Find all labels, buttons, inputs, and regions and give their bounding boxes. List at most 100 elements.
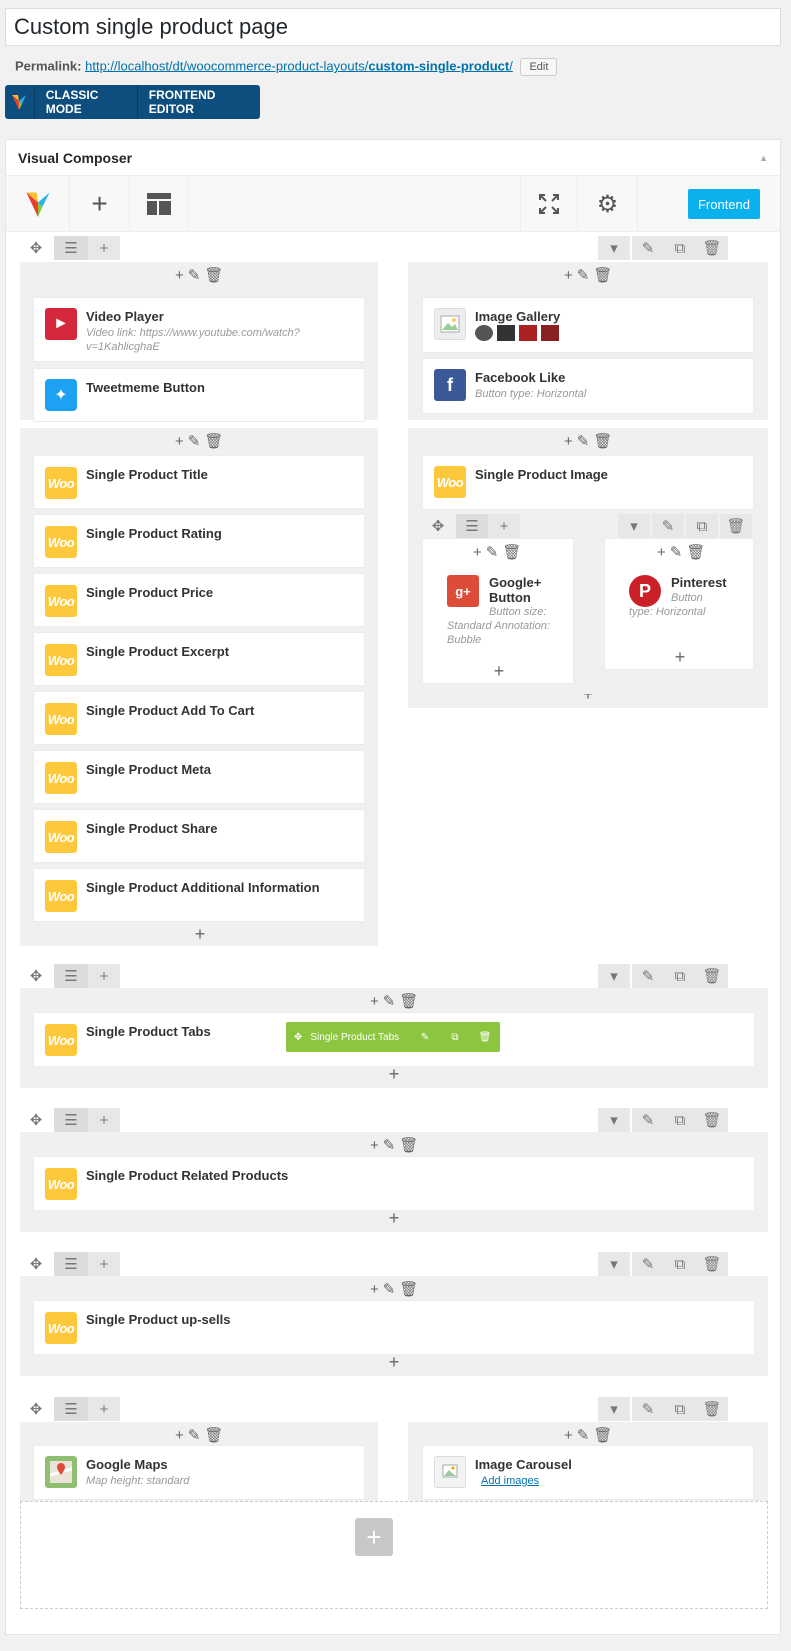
layout-icon[interactable]: ☰ — [456, 514, 488, 538]
add-images-link[interactable]: Add images — [481, 1474, 539, 1488]
toggle-icon[interactable]: ▾ — [618, 514, 650, 538]
column-controls[interactable]: + ✎ 🗑 — [370, 1280, 418, 1299]
column-controls[interactable]: + ✎ 🗑 — [175, 432, 223, 451]
layout-icon[interactable]: ☰ — [54, 964, 88, 988]
clone-row-icon[interactable]: ⧉ — [664, 964, 696, 988]
vc-toolbar: + ⚙ Frontend — [6, 176, 780, 232]
add-row-icon[interactable]: + — [355, 1518, 393, 1556]
drag-move-icon[interactable]: ✥ — [20, 964, 52, 988]
delete-row-icon[interactable]: 🗑 — [696, 1252, 728, 1276]
add-column-icon[interactable]: + — [488, 514, 520, 538]
add-element-plus[interactable]: + — [190, 924, 210, 945]
woo-element[interactable]: Woo Single Product Meta — [33, 750, 365, 804]
delete-row-icon[interactable]: 🗑 — [696, 1397, 728, 1421]
delete-row-icon[interactable]: 🗑 — [696, 236, 728, 260]
delete-row-icon[interactable]: 🗑 — [720, 514, 752, 538]
edit-icon[interactable]: ✎ — [410, 1032, 440, 1043]
add-column-icon[interactable]: + — [88, 964, 120, 988]
collapse-arrow-icon[interactable]: ▲ — [759, 153, 768, 163]
column-controls[interactable]: + ✎ 🗑 — [564, 266, 612, 285]
woo-element[interactable]: Woo Single Product Price — [33, 573, 365, 627]
layout-icon[interactable]: ☰ — [54, 1397, 88, 1421]
column-controls[interactable]: + ✎ 🗑 — [370, 992, 418, 1011]
delete-icon[interactable]: 🗑 — [470, 1032, 500, 1043]
edit-row-icon[interactable]: ✎ — [632, 964, 664, 988]
templates-icon[interactable] — [130, 176, 188, 232]
toggle-icon[interactable]: ▾ — [598, 1108, 630, 1132]
drag-move-icon[interactable]: ✥ — [422, 514, 454, 538]
drag-helper-bar[interactable]: ✥ Single Product Tabs ✎ ⧉ 🗑 — [286, 1022, 500, 1052]
frontend-editor-button[interactable]: FRONTEND EDITOR — [138, 85, 260, 119]
toggle-icon[interactable]: ▾ — [598, 964, 630, 988]
tweetmeme-button-element[interactable]: ✦ Tweetmeme Button — [33, 368, 365, 422]
column-controls[interactable]: + ✎ 🗑 — [175, 266, 223, 285]
post-title-input[interactable]: Custom single product page — [5, 8, 781, 46]
edit-row-icon[interactable]: ✎ — [632, 1252, 664, 1276]
edit-permalink-button[interactable]: Edit — [520, 58, 558, 76]
clone-row-icon[interactable]: ⧉ — [664, 1108, 696, 1132]
image-gallery-element[interactable]: Image Gallery — [422, 297, 754, 353]
edit-row-icon[interactable]: ✎ — [632, 1397, 664, 1421]
column-controls[interactable]: + ✎ 🗑 — [564, 1426, 612, 1445]
video-player-element[interactable]: ► Video Player Video link: https://www.y… — [33, 297, 365, 362]
add-element-plus[interactable]: + — [384, 1208, 404, 1229]
carousel-icon — [434, 1456, 466, 1488]
toggle-icon[interactable]: ▾ — [598, 1252, 630, 1276]
woo-element[interactable]: Woo Single Product Excerpt — [33, 632, 365, 686]
column-controls[interactable]: + ✎ 🗑 — [564, 432, 612, 451]
drag-move-icon[interactable]: ✥ — [20, 236, 52, 260]
single-product-image-element[interactable]: Woo Single Product Image — [422, 455, 754, 510]
add-element-plus[interactable]: + — [384, 1352, 404, 1373]
drag-move-icon[interactable]: ✥ — [20, 1108, 52, 1132]
clone-row-icon[interactable]: ⧉ — [686, 514, 718, 538]
add-column-icon[interactable]: + — [88, 1108, 120, 1132]
woo-element[interactable]: Woo Single Product Related Products — [33, 1156, 755, 1211]
permalink-link[interactable]: http://localhost/dt/woocommerce-product-… — [85, 58, 513, 73]
add-column-icon[interactable]: + — [88, 1397, 120, 1421]
woo-element[interactable]: Woo Single Product Rating — [33, 514, 365, 568]
toggle-icon[interactable]: ▾ — [598, 1397, 630, 1421]
delete-row-icon[interactable]: 🗑 — [696, 964, 728, 988]
column-controls[interactable]: + ✎ 🗑 — [370, 1136, 418, 1155]
clone-row-icon[interactable]: ⧉ — [664, 1252, 696, 1276]
layout-icon[interactable]: ☰ — [54, 1108, 88, 1132]
clone-icon[interactable]: ⧉ — [440, 1032, 470, 1043]
panel-header[interactable]: Visual Composer ▲ — [6, 140, 780, 176]
clone-row-icon[interactable]: ⧉ — [664, 236, 696, 260]
column-controls[interactable]: + ✎ 🗑 — [657, 543, 705, 562]
clone-row-icon[interactable]: ⧉ — [664, 1397, 696, 1421]
edit-row-icon[interactable]: ✎ — [632, 1108, 664, 1132]
toggle-icon[interactable]: ▾ — [598, 236, 630, 260]
add-element-plus[interactable]: + — [489, 661, 509, 682]
edit-row-icon[interactable]: ✎ — [632, 236, 664, 260]
drag-move-icon[interactable]: ✥ — [20, 1397, 52, 1421]
fullscreen-icon[interactable] — [520, 176, 578, 232]
add-element-icon[interactable]: + — [70, 176, 130, 232]
add-column-icon[interactable]: + — [88, 1252, 120, 1276]
drag-move-icon[interactable]: ✥ — [20, 1252, 52, 1276]
woo-element[interactable]: Woo Single Product up-sells — [33, 1300, 755, 1355]
layout-icon[interactable]: ☰ — [54, 236, 88, 260]
layout-icon[interactable]: ☰ — [54, 1252, 88, 1276]
woo-element[interactable]: Woo Single Product Share — [33, 809, 365, 863]
woo-element[interactable]: Woo Single Product Additional Information — [33, 868, 365, 922]
frontend-button[interactable]: Frontend — [688, 189, 760, 219]
add-element-plus[interactable]: + — [384, 1064, 404, 1085]
facebook-like-element[interactable]: f Facebook Like Button type: Horizontal — [422, 358, 754, 414]
column-controls[interactable]: + ✎ 🗑 — [175, 1426, 223, 1445]
settings-gear-icon[interactable]: ⚙ — [578, 176, 638, 232]
mode-switcher: CLASSIC MODE FRONTEND EDITOR — [5, 85, 260, 119]
woo-icon: Woo — [45, 467, 77, 499]
classic-mode-button[interactable]: CLASSIC MODE — [35, 85, 138, 119]
add-column-icon[interactable]: + — [88, 236, 120, 260]
image-carousel-element[interactable]: Image Carousel Add images — [422, 1445, 754, 1500]
vc-logo-icon[interactable] — [6, 176, 70, 232]
column-controls[interactable]: + ✎ 🗑 — [473, 543, 521, 562]
add-element-plus[interactable]: + — [670, 647, 690, 668]
woo-element[interactable]: Woo Single Product Title — [33, 455, 365, 509]
empty-row-dropzone[interactable] — [20, 1501, 768, 1609]
google-maps-element[interactable]: Google Maps Map height: standard — [33, 1445, 365, 1500]
edit-row-icon[interactable]: ✎ — [652, 514, 684, 538]
delete-row-icon[interactable]: 🗑 — [696, 1108, 728, 1132]
woo-element[interactable]: Woo Single Product Add To Cart — [33, 691, 365, 745]
